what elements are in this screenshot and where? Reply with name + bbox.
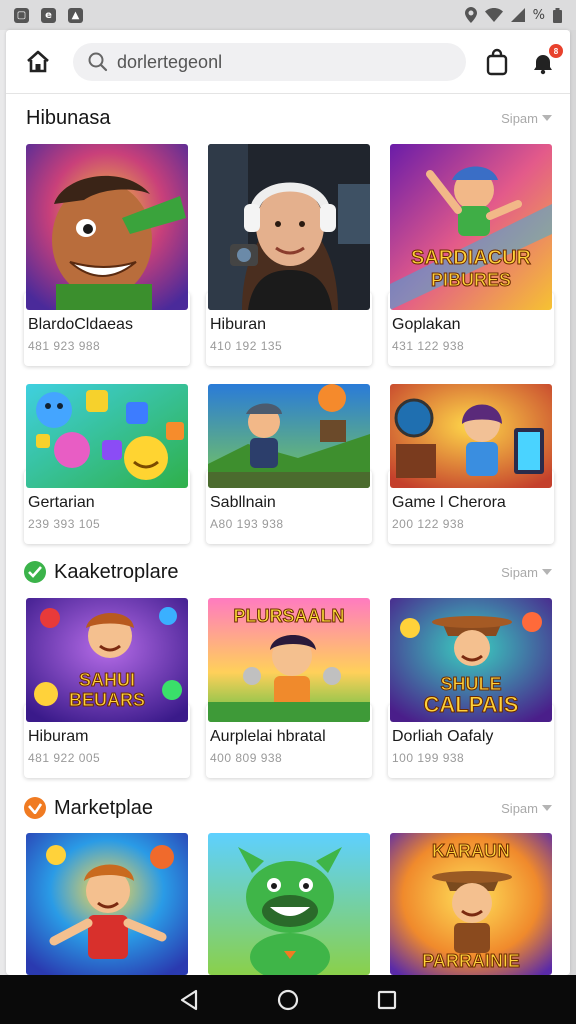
recents-icon bbox=[377, 990, 396, 1009]
game-thumbnail-girl-tablet[interactable] bbox=[390, 384, 552, 488]
card-title: Gertarian bbox=[28, 494, 95, 511]
app-sheet: 8 Hibunasa Sipam BlardoCldaeas 481 923 9… bbox=[6, 30, 570, 975]
top-app-bar: 8 bbox=[6, 30, 570, 94]
card-meta: 239 393 105 bbox=[28, 517, 101, 531]
card-title: Aurplelai hbratal bbox=[210, 728, 326, 745]
thumb-text: SARDIACUR bbox=[411, 247, 532, 269]
status-bar: ▢ e ▲ % bbox=[0, 0, 576, 30]
mail-notification-icon: e bbox=[41, 7, 56, 23]
section-title: Kaaketroplare bbox=[54, 560, 179, 583]
card-meta: 200 122 938 bbox=[392, 517, 465, 531]
signal-icon bbox=[510, 8, 525, 22]
see-all-link[interactable]: Sipam bbox=[501, 565, 552, 580]
check-badge-icon bbox=[24, 561, 46, 583]
see-all-link[interactable]: Sipam bbox=[501, 111, 552, 126]
search-bar[interactable] bbox=[73, 43, 466, 81]
search-icon bbox=[88, 52, 108, 72]
battery-icon bbox=[553, 7, 562, 23]
section-header-marketplae: Marketplae Sipam bbox=[6, 792, 570, 824]
card-meta: 481 922 005 bbox=[28, 751, 101, 765]
card-meta: 100 199 938 bbox=[392, 751, 465, 765]
see-all-label: Sipam bbox=[501, 110, 538, 126]
section-header-hibunasa: Hibunasa Sipam bbox=[6, 102, 570, 134]
card-meta: A80 193 938 bbox=[210, 517, 284, 531]
chevron-down-icon bbox=[542, 805, 552, 811]
game-thumbnail-karaun[interactable]: KARAUN PARRAINIE bbox=[390, 833, 552, 975]
back-button[interactable] bbox=[177, 988, 201, 1012]
back-icon bbox=[181, 989, 198, 1010]
image-notification-icon: ▲ bbox=[68, 7, 83, 23]
see-all-link[interactable]: Sipam bbox=[501, 801, 552, 816]
game-thumbnail-sahui-beuars[interactable]: SAHUI BEUARS bbox=[26, 598, 188, 722]
thumb-text: PIBURES bbox=[431, 270, 511, 290]
see-all-label: Sipam bbox=[501, 800, 538, 816]
game-thumbnail-emoji-blocks[interactable] bbox=[26, 384, 188, 488]
wifi-icon bbox=[484, 8, 503, 22]
home-button[interactable] bbox=[24, 48, 52, 76]
thumb-text: SHULE bbox=[440, 674, 501, 694]
heart-badge-icon bbox=[24, 797, 46, 819]
home-icon bbox=[27, 50, 49, 73]
game-thumbnail-shule-calpais[interactable]: SHULE CALPAIS bbox=[390, 598, 552, 722]
thumb-text: CALPAIS bbox=[424, 692, 519, 717]
bag-icon bbox=[486, 48, 508, 76]
status-right-icons: % bbox=[464, 7, 562, 23]
system-navigation-bar bbox=[0, 975, 576, 1024]
recents-button[interactable] bbox=[375, 988, 399, 1012]
game-thumbnail-headphones-girl[interactable] bbox=[208, 144, 370, 310]
game-thumbnail-adventure-boy[interactable] bbox=[208, 384, 370, 488]
search-input[interactable] bbox=[117, 51, 437, 73]
home-nav-icon bbox=[277, 989, 299, 1010]
section-title: Hibunasa bbox=[26, 106, 111, 129]
card-meta: 400 809 938 bbox=[210, 751, 283, 765]
game-thumbnail-plursaaln[interactable]: PLURSAALN bbox=[208, 598, 370, 722]
section-title: Marketplae bbox=[54, 796, 153, 819]
notification-badge: 8 bbox=[549, 44, 563, 58]
chevron-down-icon bbox=[542, 115, 552, 121]
card-title: Hiburam bbox=[28, 728, 89, 745]
section-header-kaaketroplare: Kaaketroplare Sipam bbox=[6, 556, 570, 588]
thumb-text: SAHUI bbox=[79, 670, 135, 690]
location-icon bbox=[464, 7, 477, 23]
card-meta: 410 192 135 bbox=[210, 339, 283, 353]
card-title: Game l Cherora bbox=[392, 494, 506, 511]
card-title: Sabllnain bbox=[210, 494, 276, 511]
card-title: Dorliah Oafaly bbox=[392, 728, 494, 745]
thumb-text: PLURSAALN bbox=[234, 606, 345, 626]
home-nav-button[interactable] bbox=[276, 988, 300, 1012]
card-title: BlardoCldaeas bbox=[28, 316, 133, 333]
card-title: Hiburan bbox=[210, 316, 267, 333]
game-thumbnail-sardiacur[interactable]: SARDIACUR PIBURES bbox=[390, 144, 552, 310]
card-meta: 481 923 988 bbox=[28, 339, 101, 353]
app-notification-icon: ▢ bbox=[14, 7, 29, 23]
card-title: Goplakan bbox=[392, 316, 461, 333]
bag-button[interactable] bbox=[484, 48, 510, 76]
game-thumbnail-green-creature[interactable] bbox=[208, 833, 370, 975]
game-thumbnail-angry-face[interactable] bbox=[26, 144, 188, 310]
status-left-icons: ▢ e ▲ bbox=[14, 7, 83, 23]
background-edge bbox=[570, 30, 576, 975]
chevron-down-icon bbox=[542, 569, 552, 575]
thumb-text: PARRAINIE bbox=[422, 951, 520, 971]
see-all-label: Sipam bbox=[501, 564, 538, 580]
card-meta: 431 122 938 bbox=[392, 339, 465, 353]
thumb-text: KARAUN bbox=[432, 841, 510, 861]
thumb-text: BEUARS bbox=[69, 690, 145, 710]
notification-button[interactable]: 8 bbox=[530, 44, 563, 76]
game-thumbnail-jumping-boy[interactable] bbox=[26, 833, 188, 975]
battery-text: % bbox=[532, 7, 545, 23]
